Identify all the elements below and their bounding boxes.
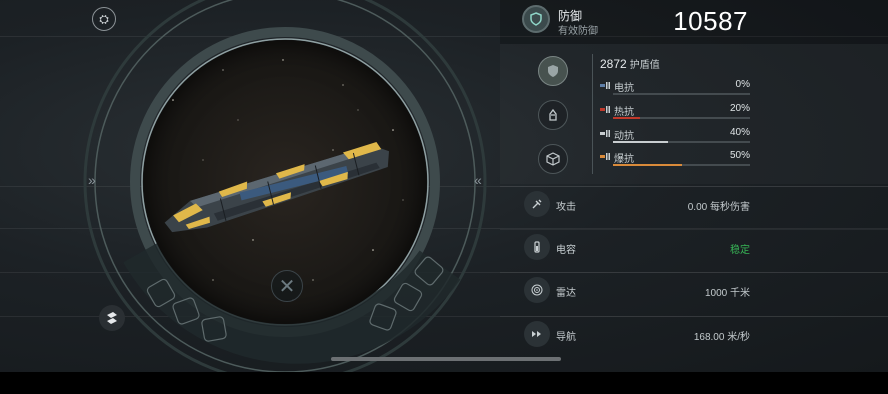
stat-label: 电容 xyxy=(556,245,576,256)
home-indicator[interactable] xyxy=(331,357,561,361)
spaceship-model xyxy=(164,142,390,233)
resistance-row: 热抗 20% xyxy=(600,103,750,123)
chevron-left-icon[interactable]: « xyxy=(474,172,482,188)
resistance-bar xyxy=(613,93,750,95)
resistance-bar xyxy=(613,164,750,166)
resistance-bar-fill xyxy=(613,117,641,119)
armor-tab-icon[interactable] xyxy=(538,100,568,130)
stat-value: 168.00 米/秒 xyxy=(693,332,750,343)
resistance-percent: 0% xyxy=(735,79,750,90)
defense-value: 10587 xyxy=(673,6,748,36)
stat-label: 攻击 xyxy=(556,202,576,213)
close-icon[interactable]: ✕ xyxy=(271,270,303,302)
resistance-row: 动抗 40% xyxy=(600,127,750,147)
resistance-icon xyxy=(600,106,610,113)
resistance-icon xyxy=(600,82,610,89)
attack-icon xyxy=(524,191,550,217)
stat-row-radar[interactable]: 雷达 1000 千米 xyxy=(500,272,888,308)
shield-value-label: 护盾值 xyxy=(629,60,660,71)
chevron-right-icon[interactable]: » xyxy=(88,172,96,188)
shield-tab-icon[interactable] xyxy=(538,56,568,86)
shield-icon xyxy=(522,5,550,33)
stat-row-capacitor[interactable]: 电容 稳定 xyxy=(500,229,888,265)
resistance-percent: 40% xyxy=(729,127,750,138)
stat-value: 1000 千米 xyxy=(704,288,750,299)
resistance-icon xyxy=(600,153,610,160)
game-logo-icon[interactable] xyxy=(99,305,125,331)
stat-row-attack[interactable]: 攻击 0.00 每秒伤害 xyxy=(500,186,888,222)
navigation-icon xyxy=(524,321,550,347)
ship-info-screen: ⛭ » « ✕ 防御 有效防御 10587 2872 护盾值 电抗 0% 热抗 … xyxy=(0,0,888,372)
resistance-label: 热抗 xyxy=(614,107,634,118)
stat-value: 稳定 xyxy=(730,245,750,256)
structure-tab-icon[interactable] xyxy=(538,144,568,174)
shield-value: 2872 护盾值 xyxy=(600,56,660,71)
stat-row-navigation[interactable]: 导航 168.00 米/秒 xyxy=(500,316,888,352)
radar-icon xyxy=(524,277,550,303)
stat-label: 雷达 xyxy=(556,288,576,299)
defense-summary: 防御 有效防御 10587 xyxy=(500,0,888,44)
resistance-bar-fill xyxy=(613,164,682,166)
resistance-label: 电抗 xyxy=(614,83,634,94)
resistance-row: 电抗 0% xyxy=(600,79,750,99)
stat-value: 0.00 每秒伤害 xyxy=(687,202,750,213)
resistance-percent: 50% xyxy=(729,150,750,161)
resistance-bar xyxy=(613,117,750,119)
ship-stats-panel: 防御 有效防御 10587 2872 护盾值 电抗 0% 热抗 20% 动抗 40% 爆抗 50… xyxy=(500,0,888,372)
resistance-label: 动抗 xyxy=(614,131,634,142)
resistance-label: 爆抗 xyxy=(614,154,634,165)
shield-value-number: 2872 xyxy=(600,57,627,71)
resistance-row: 爆抗 50% xyxy=(600,150,750,170)
stat-label: 导航 xyxy=(556,332,576,343)
bottom-bar xyxy=(0,372,888,394)
resistance-icon xyxy=(600,130,610,137)
resistance-bar xyxy=(613,141,750,143)
capacitor-icon xyxy=(524,234,550,260)
resistance-bar-fill xyxy=(613,141,668,143)
resistance-percent: 20% xyxy=(729,103,750,114)
defense-subtitle: 有效防御 xyxy=(558,26,598,37)
divider xyxy=(592,54,593,174)
inventory-icon[interactable]: ⛭ xyxy=(92,7,116,31)
